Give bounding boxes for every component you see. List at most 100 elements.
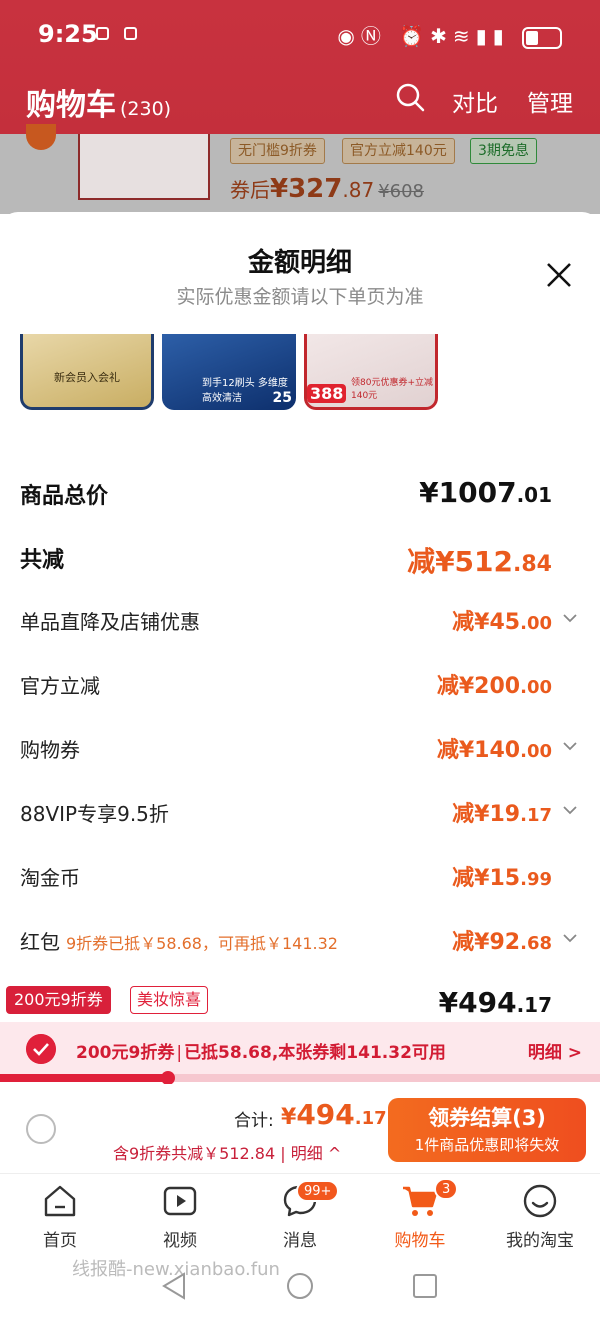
product-thumb[interactable]: 388 领80元优惠券+立减140元	[304, 334, 438, 410]
row-label: 单品直降及店铺优惠	[20, 610, 200, 634]
home-nav-icon[interactable]	[287, 1273, 313, 1299]
tab-home[interactable]: 首页	[0, 1182, 120, 1251]
chevron-down-icon[interactable]	[562, 802, 578, 818]
value-cents: .00	[520, 613, 552, 634]
total-cents: .17	[354, 1108, 387, 1129]
manage-button[interactable]: 管理	[527, 84, 573, 118]
row-label: 红包	[20, 930, 60, 954]
row-value: 减¥512.84	[407, 540, 552, 580]
value-cents: .01	[516, 483, 552, 507]
total-discount-detail[interactable]: 含9折券共减￥512.84 | 明细 ^	[113, 1140, 341, 1164]
value-int: 减¥45	[452, 610, 521, 635]
coupon-tag: 200元9折券	[6, 986, 111, 1014]
total-int: 494	[296, 1098, 355, 1131]
row-value: 减¥140.00	[437, 732, 552, 764]
value-int: 减¥140	[436, 738, 521, 763]
row-label: 共减	[20, 548, 65, 573]
signal-icon: ▮▮	[475, 24, 510, 48]
value-cents: .00	[520, 741, 552, 762]
price-int: ¥327	[270, 174, 343, 204]
installment-tag: 3期免息	[470, 138, 537, 164]
row-taojinbi: 淘金币 减¥15.99	[20, 862, 580, 891]
value-int: 减¥512	[407, 545, 514, 578]
status-time: 9:25	[38, 20, 98, 48]
promo-tag: 官方立减140元	[342, 138, 455, 164]
row-red-packet[interactable]: 红包 9折券已抵￥58.68，可再抵￥141.32 减¥92.68	[20, 926, 580, 955]
row-label: 商品总价	[20, 484, 109, 509]
page-title: 购物车 (230)	[26, 80, 171, 124]
tab-label: 首页	[43, 1231, 77, 1251]
sheet-subtitle: 实际优惠金额请以下单页为准	[176, 286, 424, 308]
row-vip-discount[interactable]: 88VIP专享9.5折 减¥19.17	[20, 798, 580, 827]
coupon-progress	[0, 1071, 600, 1085]
cart-header: 9:25 ◉Ⓝ ⏰✱≋▮▮ 购物车 (230) 对比 管理	[0, 0, 600, 134]
row-official-discount: 官方立减 减¥200.00	[20, 670, 580, 699]
battery-icon	[522, 26, 562, 49]
cart-badge: 3	[434, 1178, 459, 1200]
progress-fill	[0, 1074, 168, 1082]
select-all-checkbox[interactable]	[26, 1114, 56, 1144]
row-label: 淘金币	[20, 866, 80, 890]
back-icon[interactable]	[162, 1272, 185, 1300]
price-cents: .87	[342, 178, 375, 202]
video-icon	[163, 1186, 197, 1216]
row-label: 购物券	[20, 738, 80, 762]
thumb-caption: 领80元优惠券+立减140元	[351, 378, 433, 401]
row-value: 减¥92.68	[452, 924, 552, 956]
red-packet-note: 9折券已抵￥58.68，可再抵￥141.32	[66, 934, 338, 953]
progress-knob	[161, 1071, 175, 1085]
home-icon	[44, 1185, 76, 1217]
value-int: 减¥15	[452, 866, 521, 891]
thumb-caption: 新会员入会礼	[54, 371, 120, 384]
coupon-name: 200元9折券	[76, 1043, 175, 1063]
compare-button[interactable]: 对比	[452, 84, 498, 118]
item-price: 券后¥327.87 ¥608	[230, 174, 424, 204]
coupon-text: 200元9折券 | 已抵58.68,本张券剩141.32可用	[76, 1038, 446, 1063]
notification-icon	[96, 27, 109, 40]
value-int: 减¥19	[452, 802, 521, 827]
coupon-status: 已抵58.68,本张券剩141.32可用	[184, 1043, 446, 1063]
row-value: 减¥200.00	[437, 668, 552, 700]
coupon-bar[interactable]: 200元9折券 | 已抵58.68,本张券剩141.32可用 明细 >	[0, 1022, 600, 1078]
value-int: ¥1007	[419, 476, 517, 509]
tab-label: 消息	[283, 1231, 317, 1251]
thumb-number: 25	[272, 390, 292, 406]
check-icon[interactable]	[26, 1034, 56, 1064]
price-badge: 388	[307, 384, 347, 403]
value-cents: .99	[520, 869, 552, 890]
coupon-detail-link[interactable]: 明细 >	[528, 1038, 582, 1063]
status-icons: ◉Ⓝ ⏰✱≋▮▮	[337, 20, 562, 49]
checkout-sublabel: 1件商品优惠即将失效	[414, 1136, 560, 1154]
tab-bar: 首页 视频 消息 99+ 购物车 3 我的淘宝	[0, 1176, 600, 1252]
value-int: ¥494	[438, 986, 517, 1019]
nfc-icon: Ⓝ	[360, 24, 387, 48]
row-store-discount[interactable]: 单品直降及店铺优惠 减¥45.00	[20, 606, 580, 635]
search-icon[interactable]	[395, 82, 425, 112]
product-thumb[interactable]: 到手12刷头 多维度高效清洁 25	[162, 334, 296, 410]
page-title-text: 购物车	[26, 88, 116, 123]
eye-icon: ◉	[337, 24, 361, 48]
total-value: ¥494.17	[281, 1098, 387, 1131]
tab-messages[interactable]: 消息 99+	[240, 1180, 360, 1251]
row-shopping-voucher[interactable]: 购物券 减¥140.00	[20, 734, 580, 763]
row-total-price: 商品总价 ¥1007.01	[20, 476, 580, 510]
system-nav-bar	[162, 1272, 437, 1300]
tab-video[interactable]: 视频	[120, 1182, 240, 1251]
chevron-down-icon[interactable]	[562, 738, 578, 754]
price-prefix: 券后	[230, 178, 270, 202]
chevron-down-icon[interactable]	[562, 930, 578, 946]
tab-label: 购物车	[394, 1231, 446, 1251]
product-thumb[interactable]: 新会员入会礼	[20, 334, 154, 410]
value-int: 减¥92	[452, 930, 521, 955]
tab-cart[interactable]: 购物车 3	[360, 1178, 480, 1251]
close-icon[interactable]	[544, 260, 574, 290]
checkout-button[interactable]: 领券结算(3) 1件商品优惠即将失效	[388, 1098, 586, 1162]
message-badge: 99+	[296, 1180, 340, 1202]
profile-icon	[523, 1184, 557, 1218]
row-value: ¥494.17	[439, 986, 552, 1019]
bluetooth-icon: ✱	[430, 24, 453, 48]
chevron-down-icon[interactable]	[562, 610, 578, 626]
tab-profile[interactable]: 我的淘宝	[480, 1182, 600, 1251]
promo-tag: 无门槛9折券	[230, 138, 325, 164]
recents-icon[interactable]	[413, 1274, 437, 1298]
